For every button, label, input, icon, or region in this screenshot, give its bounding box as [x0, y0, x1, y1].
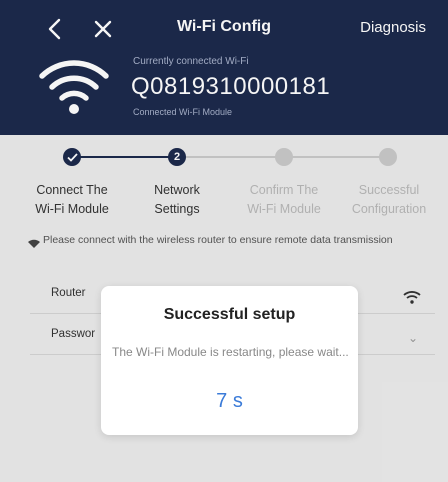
- dialog-title: Successful setup: [163, 306, 296, 323]
- countdown-timer: 7 s: [216, 390, 243, 412]
- dialog-message: The Wi-Fi Module is restarting, please w…: [112, 345, 349, 359]
- success-dialog: Successful setup The Wi-Fi Module is res…: [101, 286, 358, 435]
